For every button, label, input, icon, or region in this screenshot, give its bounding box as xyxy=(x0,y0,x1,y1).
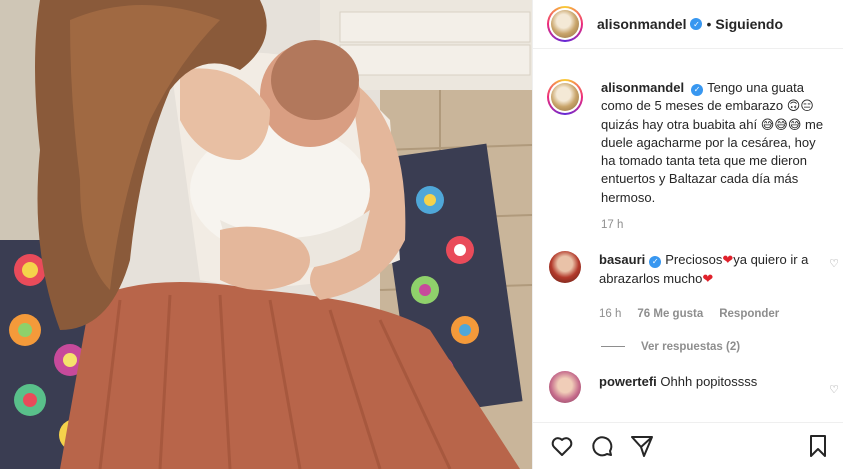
heart-outline-icon[interactable] xyxy=(549,433,575,459)
caption-username[interactable]: alisonmandel xyxy=(601,80,684,95)
post-actions-bar xyxy=(533,422,843,469)
red-heart-emoji: ❤ xyxy=(722,252,734,268)
comment-body: basauri ✓ Preciosos❤ya quiero ir a abrazar… xyxy=(599,251,819,324)
bookmark-icon[interactable] xyxy=(805,433,831,459)
comment-item: powertefi Ohhh popitossss ♡ xyxy=(533,370,843,403)
caption-author-avatar[interactable] xyxy=(547,79,583,115)
comment-text: Ohhh popitossss xyxy=(660,373,758,389)
paper-plane-icon[interactable] xyxy=(629,433,655,459)
commenter-avatar[interactable] xyxy=(549,370,581,403)
separator-dot: • xyxy=(706,16,712,32)
comment-like-heart-icon[interactable]: ♡ xyxy=(829,383,839,396)
caption: alisonmandel ✓ Tengo una guata como de 5 m… xyxy=(533,59,843,207)
comment-likes[interactable]: 76 Me gusta xyxy=(637,305,703,324)
comment-item: basauri ✓ Preciosos❤ya quiero ir a abrazar… xyxy=(533,251,843,324)
verified-badge-icon: ✓ xyxy=(690,18,703,30)
comment-body: powertefi Ohhh popitossss xyxy=(599,371,819,403)
view-replies-label: Ver respuestas (2) xyxy=(641,340,741,353)
author-avatar[interactable] xyxy=(547,6,583,42)
comment-like-heart-icon[interactable]: ♡ xyxy=(829,257,839,270)
post-header: alisonmandel ✓ • Siguiendo xyxy=(533,0,843,49)
caption-text-block: alisonmandel ✓ Tengo una guata como de 5 m… xyxy=(601,79,829,207)
red-heart-emoji: ❤ xyxy=(702,270,714,286)
comment-time[interactable]: 16 h xyxy=(599,305,621,324)
commenter-username[interactable]: basauri xyxy=(599,252,645,267)
commenter-avatar[interactable] xyxy=(549,251,581,284)
post-photo[interactable] xyxy=(0,0,532,469)
comment-bubble-icon[interactable] xyxy=(589,433,615,459)
replies-divider-line xyxy=(601,346,625,348)
comment-meta: 16 h 76 Me gusta Responder xyxy=(599,305,819,324)
following-button[interactable]: Siguiendo xyxy=(715,16,783,32)
verified-badge-icon: ✓ xyxy=(691,84,704,97)
header-info: alisonmandel ✓ • Siguiendo xyxy=(597,16,783,32)
photo-illustration xyxy=(0,0,532,469)
commenter-username[interactable]: powertefi xyxy=(599,374,657,389)
comment-text: Preciosos xyxy=(665,252,723,268)
caption-timestamp[interactable]: 17 h xyxy=(601,219,843,231)
post-side-panel: alisonmandel ✓ • Siguiendo alisonmandel ✓… xyxy=(532,0,843,469)
author-username[interactable]: alisonmandel xyxy=(597,16,686,32)
reply-button[interactable]: Responder xyxy=(719,305,779,324)
verified-badge-icon: ✓ xyxy=(649,256,662,269)
comments-section: alisonmandel ✓ Tengo una guata como de 5 m… xyxy=(533,59,843,403)
view-replies-button[interactable]: Ver respuestas (2) xyxy=(601,341,843,353)
caption-text: Tengo una guata como de 5 meses de embar… xyxy=(601,80,824,205)
